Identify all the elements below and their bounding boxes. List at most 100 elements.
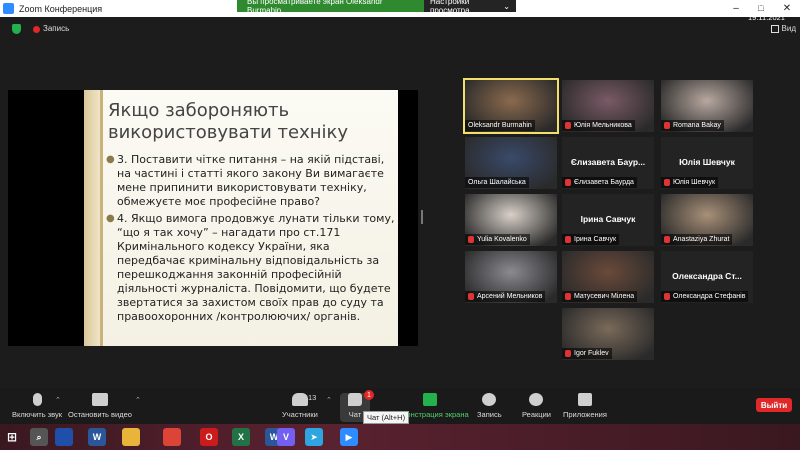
participant-tile[interactable]: Romana Bakay bbox=[661, 80, 753, 132]
viber-icon[interactable]: V bbox=[277, 428, 295, 446]
participant-name: Ольга Шалайська bbox=[468, 179, 526, 186]
muted-mic-icon bbox=[664, 122, 670, 129]
participant-name-display: Олександра Ст... bbox=[672, 271, 742, 281]
apps-label: Приложения bbox=[563, 410, 607, 419]
share-banner-text: Вы просматриваете экран Oleksandr Burmah… bbox=[247, 0, 383, 15]
participant-name: Igor Fuklev bbox=[574, 350, 609, 357]
participants-icon bbox=[291, 393, 308, 406]
keyboard-language[interactable]: EN bbox=[660, 8, 671, 17]
search-icon[interactable]: ⌕ bbox=[30, 428, 48, 446]
participant-tile[interactable]: Yulia Kovalenko bbox=[465, 194, 557, 246]
participant-name: Romana Bakay bbox=[673, 122, 721, 129]
stop-video-label: Остановить видео bbox=[68, 410, 132, 419]
excel-icon[interactable]: X bbox=[232, 428, 250, 446]
participant-name-display: Єлизавета Баур... bbox=[570, 157, 646, 167]
muted-mic-icon bbox=[565, 122, 571, 129]
view-options-button[interactable]: Настройки просмотра ⌄ bbox=[423, 0, 516, 15]
slide-bullet-text: 3. Поставити чітке питання – на якій під… bbox=[117, 153, 385, 208]
minimize-button[interactable]: – bbox=[725, 0, 747, 17]
clock-date: 19.11.2021 bbox=[748, 13, 785, 22]
telegram-icon[interactable]: ➤ bbox=[305, 428, 323, 446]
leave-button[interactable]: Выйти bbox=[756, 398, 792, 412]
participant-tile[interactable]: Oleksandr Burmahin bbox=[463, 78, 559, 134]
slide-bullets: ● 3. Поставити чітке питання – на якій пі… bbox=[104, 153, 396, 327]
participant-caption: Ольга Шалайська bbox=[465, 177, 529, 188]
muted-mic-icon bbox=[32, 393, 42, 406]
participant-caption: Юлія Мельникова bbox=[562, 120, 635, 131]
muted-mic-icon bbox=[664, 293, 670, 300]
apps-grid-icon bbox=[577, 393, 592, 406]
view-button[interactable]: Вид bbox=[770, 24, 796, 33]
slide-bullet-text: 4. Якщо вимога продовжує лунати тільки т… bbox=[117, 212, 395, 323]
participant-caption: Олександра Стефанів bbox=[661, 291, 749, 302]
participant-caption: Матусевич Мілена bbox=[562, 291, 638, 302]
participant-tile[interactable]: Арсений Мельников bbox=[465, 251, 557, 303]
slide-bullet: ● 3. Поставити чітке питання – на якій пі… bbox=[104, 153, 396, 209]
windows-taskbar: ⊞ ⌕ W O X W V ➤ ▶ bbox=[0, 424, 800, 450]
tray-clock[interactable]: 16:23 19.11.2021 bbox=[748, 3, 785, 23]
participant-name: Єлизавета Баурда bbox=[574, 179, 634, 186]
gallery-view-icon bbox=[770, 24, 779, 33]
chat-label: Чат bbox=[348, 410, 362, 419]
muted-mic-icon bbox=[565, 293, 571, 300]
presentation-slide: Якщо забороняють використовувати техніку… bbox=[84, 90, 398, 346]
participant-tile[interactable]: Igor Fuklev bbox=[562, 308, 654, 360]
view-label: Вид bbox=[781, 24, 796, 33]
participant-tile[interactable]: Anastaziya Zhurat bbox=[661, 194, 753, 246]
participant-tile[interactable]: Юлія Мельникова bbox=[562, 80, 654, 132]
save-icon[interactable] bbox=[55, 428, 73, 446]
video-camera-icon bbox=[91, 393, 108, 406]
slide-title: Якщо забороняють використовувати техніку bbox=[108, 100, 349, 143]
unmute-label: Включить звук bbox=[12, 410, 63, 419]
participant-name: Yulia Kovalenko bbox=[477, 236, 527, 243]
zoom-window: Zoom Конференция Вы просматриваете экран… bbox=[0, 0, 800, 450]
word-icon[interactable]: W bbox=[88, 428, 106, 446]
audio-options-caret-icon[interactable]: ⌃ bbox=[55, 396, 61, 404]
participant-name: Anastaziya Zhurat bbox=[673, 236, 730, 243]
record-icon bbox=[482, 393, 497, 406]
security-shield-icon[interactable] bbox=[12, 24, 21, 34]
reactions-label: Реакции bbox=[522, 410, 551, 419]
participant-caption: Romana Bakay bbox=[661, 120, 724, 131]
recording-icon bbox=[33, 26, 40, 33]
participant-name: Арсений Мельников bbox=[477, 293, 543, 300]
split-view-handle[interactable] bbox=[421, 210, 423, 224]
participant-caption: Єлизавета Баурда bbox=[562, 177, 637, 188]
participant-name-display: Юлія Шевчук bbox=[679, 157, 735, 167]
reactions-button[interactable]: Реакции bbox=[522, 393, 551, 419]
slide-decoration bbox=[84, 90, 100, 346]
participant-tile[interactable]: Матусевич Мілена bbox=[562, 251, 654, 303]
stop-video-button[interactable]: Остановить видео bbox=[68, 393, 132, 419]
participant-caption: Yulia Kovalenko bbox=[465, 234, 530, 245]
participant-caption: Anastaziya Zhurat bbox=[661, 234, 733, 245]
muted-mic-icon bbox=[565, 179, 571, 186]
apps-button[interactable]: Приложения bbox=[563, 393, 607, 419]
share-banner: Вы просматриваете экран Oleksandr Burmah… bbox=[237, 0, 516, 15]
chrome-icon[interactable] bbox=[163, 428, 181, 446]
participant-tile[interactable]: Ірина Савчук Ірина Савчук bbox=[562, 194, 654, 246]
participant-name: Юлія Мельникова bbox=[574, 122, 632, 129]
participant-tile[interactable]: Ольга Шалайська bbox=[465, 137, 557, 189]
chat-bubble-icon bbox=[348, 393, 362, 406]
muted-mic-icon bbox=[565, 236, 571, 243]
zoom-icon[interactable]: ▶ bbox=[340, 428, 358, 446]
participant-name-display: Ірина Савчук bbox=[580, 214, 636, 224]
slide-bullet: ● 4. Якщо вимога продовжує лунати тільки … bbox=[104, 212, 396, 324]
participant-name: Ірина Савчук bbox=[574, 236, 617, 243]
meeting-top-bar: Запись Вид bbox=[0, 17, 800, 41]
participant-name: Матусевич Мілена bbox=[574, 293, 635, 300]
record-button[interactable]: Запись bbox=[477, 393, 502, 419]
chat-tooltip: Чат (Alt+H) bbox=[363, 411, 410, 424]
participant-tile[interactable]: Олександра Ст... Олександра Стефанів bbox=[661, 251, 753, 303]
participants-caret-icon[interactable]: ⌃ bbox=[326, 396, 332, 404]
smiley-icon bbox=[529, 393, 544, 406]
participant-caption: Арсений Мельников bbox=[465, 291, 546, 302]
recording-label: Запись bbox=[43, 24, 70, 33]
folder-icon[interactable] bbox=[122, 428, 140, 446]
participant-tile[interactable]: Єлизавета Баур... Єлизавета Баурда bbox=[562, 137, 654, 189]
participant-tile[interactable]: Юлія Шевчук Юлія Шевчук bbox=[661, 137, 753, 189]
windows-start-icon[interactable]: ⊞ bbox=[6, 428, 18, 446]
opera-icon[interactable]: O bbox=[200, 428, 218, 446]
muted-mic-icon bbox=[468, 236, 474, 243]
video-options-caret-icon[interactable]: ⌃ bbox=[135, 396, 141, 404]
